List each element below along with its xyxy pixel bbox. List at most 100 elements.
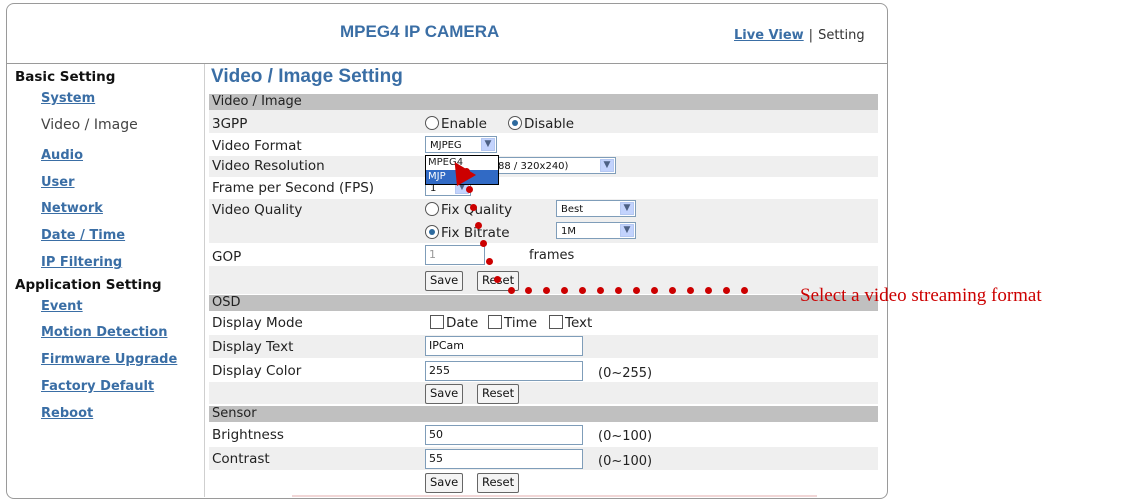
annotation-dot <box>508 287 515 294</box>
video-image-section-header: Video / Image <box>209 94 878 110</box>
video-format-value: MJPEG <box>430 140 462 151</box>
osd-section-header: OSD <box>209 295 878 311</box>
annotation-dot <box>723 287 730 294</box>
fps-label: Frame per Second (FPS) <box>212 180 375 196</box>
annotation-dot <box>705 287 712 294</box>
annotation-dot <box>633 287 640 294</box>
video-quality-label: Video Quality <box>212 202 303 218</box>
video-format-label: Video Format <box>212 138 302 154</box>
mode-time-option[interactable]: Time <box>488 315 537 331</box>
annotation-dot <box>470 204 477 211</box>
row-bg-quality <box>209 199 878 243</box>
gpp-disable-radio[interactable] <box>508 116 522 130</box>
brightness-range: (0~100) <box>598 429 653 444</box>
fix-quality-label: Fix Quality <box>441 202 513 218</box>
setting-label: Setting <box>818 28 865 43</box>
annotation-dot <box>741 287 748 294</box>
gpp-label: 3GPP <box>212 116 248 132</box>
video-format-select[interactable]: MJPEG ▼ <box>425 136 497 153</box>
sidebar-item-date-time[interactable]: Date / Time <box>41 228 125 243</box>
fix-bitrate-radio[interactable] <box>425 225 439 239</box>
mode-date-label: Date <box>446 315 479 331</box>
fix-quality-select[interactable]: Best ▼ <box>556 200 636 217</box>
fix-quality-radio[interactable] <box>425 202 439 216</box>
date-checkbox[interactable] <box>430 315 444 329</box>
brightness-input[interactable]: 50 <box>425 425 583 445</box>
display-text-input[interactable]: IPCam <box>425 336 583 356</box>
sidebar: Basic Setting System Video / Image Audio… <box>15 68 205 421</box>
annotation-dot <box>687 287 694 294</box>
sidebar-item-event[interactable]: Event <box>41 299 83 314</box>
annotation-dot <box>480 240 487 247</box>
sidebar-item-firmware-upgrade[interactable]: Firmware Upgrade <box>41 352 177 367</box>
application-setting-heading: Application Setting <box>15 277 162 293</box>
live-view-link[interactable]: Live View <box>734 28 804 43</box>
chevron-down-icon: ▼ <box>481 138 495 151</box>
sensor-section-header: Sensor <box>209 406 878 422</box>
contrast-input[interactable]: 55 <box>425 449 583 469</box>
gpp-disable-option[interactable]: Disable <box>508 116 574 132</box>
annotation-dot <box>579 287 586 294</box>
display-color-label: Display Color <box>212 363 302 379</box>
sensor-save-button[interactable]: Save <box>425 473 464 493</box>
top-nav: Live View | Setting <box>734 28 865 43</box>
fix-bitrate-select[interactable]: 1M ▼ <box>556 222 636 239</box>
sidebar-item-network[interactable]: Network <box>41 201 103 216</box>
sidebar-item-factory-default[interactable]: Factory Default <box>41 379 154 394</box>
fix-quality-value: Best <box>561 204 584 215</box>
bottom-accent-line <box>292 495 817 497</box>
sidebar-divider <box>204 64 205 497</box>
time-checkbox[interactable] <box>488 315 502 329</box>
mode-text-label: Text <box>565 315 593 331</box>
osd-save-button[interactable]: Save <box>425 384 464 404</box>
contrast-range: (0~100) <box>598 454 653 469</box>
annotation-dot <box>561 287 568 294</box>
annotation-dot <box>494 276 501 283</box>
fix-quality-option[interactable]: Fix Quality <box>425 202 512 218</box>
annotation-dot <box>543 287 550 294</box>
sidebar-item-ip-filtering[interactable]: IP Filtering <box>41 255 122 270</box>
sensor-reset-button[interactable]: Reset <box>477 473 520 493</box>
sidebar-item-system[interactable]: System <box>41 91 95 106</box>
annotation-dot <box>466 186 473 193</box>
mode-text-option[interactable]: Text <box>549 315 592 331</box>
annotation-dot <box>486 258 493 265</box>
header-divider <box>6 63 887 64</box>
sidebar-item-audio[interactable]: Audio <box>41 148 83 163</box>
osd-reset-button[interactable]: Reset <box>477 384 520 404</box>
chevron-down-icon: ▼ <box>620 224 634 237</box>
display-mode-label: Display Mode <box>212 315 303 331</box>
annotation-dot <box>615 287 622 294</box>
annotation-dot <box>597 287 604 294</box>
gpp-enable-option[interactable]: Enable <box>425 116 487 132</box>
display-text-label: Display Text <box>212 339 294 355</box>
sidebar-item-user[interactable]: User <box>41 175 75 190</box>
sidebar-item-reboot[interactable]: Reboot <box>41 406 93 421</box>
fix-bitrate-option[interactable]: Fix Bitrate <box>425 225 510 241</box>
chevron-down-icon: ▼ <box>620 202 634 215</box>
sidebar-item-video-image[interactable]: Video / Image <box>41 117 138 133</box>
annotation-dot <box>651 287 658 294</box>
mode-date-option[interactable]: Date <box>430 315 478 331</box>
video-save-button[interactable]: Save <box>425 271 464 291</box>
video-resolution-label: Video Resolution <box>212 158 325 174</box>
display-color-input[interactable]: 255 <box>425 361 583 381</box>
sidebar-item-motion-detection[interactable]: Motion Detection <box>41 325 167 340</box>
gop-unit: frames <box>529 248 575 263</box>
nav-separator: | <box>808 28 814 43</box>
gop-label: GOP <box>212 249 242 265</box>
gop-input[interactable]: 1 <box>425 245 485 265</box>
gpp-disable-label: Disable <box>524 116 575 132</box>
text-checkbox[interactable] <box>549 315 563 329</box>
gpp-enable-radio[interactable] <box>425 116 439 130</box>
annotation-dot <box>525 287 532 294</box>
annotation-dot <box>475 222 482 229</box>
contrast-label: Contrast <box>212 451 270 467</box>
display-color-range: (0~255) <box>598 366 653 381</box>
page-title: Video / Image Setting <box>211 66 403 87</box>
fix-bitrate-value: 1M <box>561 226 576 237</box>
basic-setting-heading: Basic Setting <box>15 69 116 85</box>
callout-text: Select a video streaming format <box>800 285 1042 306</box>
mode-time-label: Time <box>504 315 538 331</box>
row-bg-osd-buttons <box>209 382 878 404</box>
